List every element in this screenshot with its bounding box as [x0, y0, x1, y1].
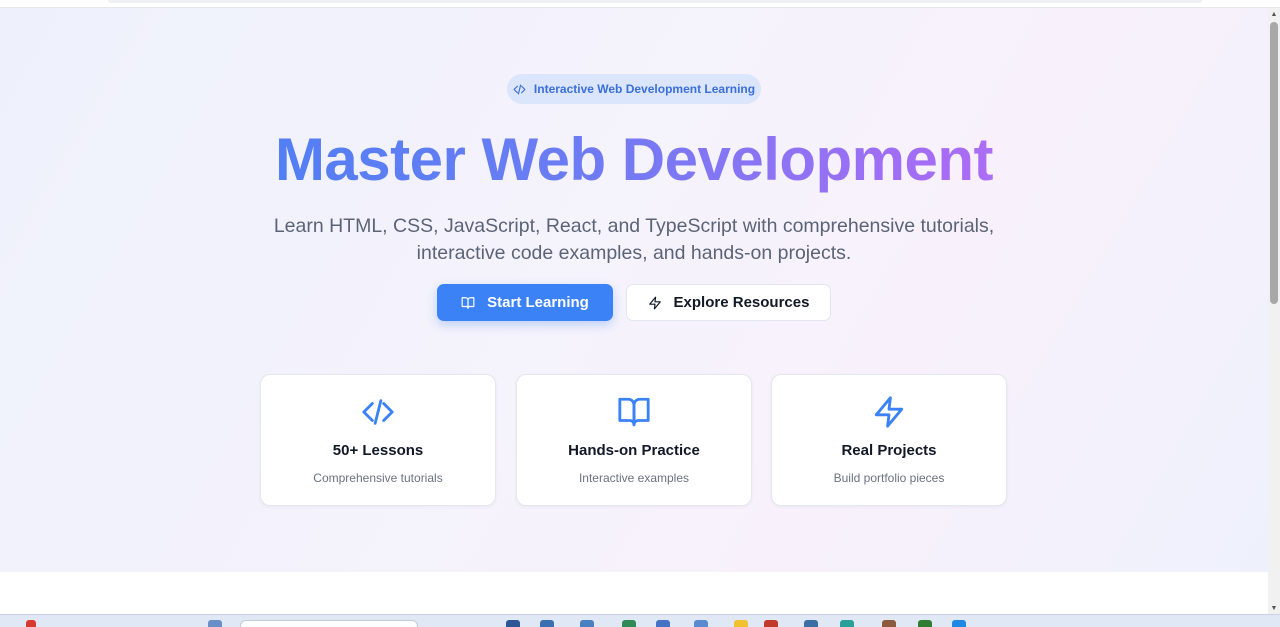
scroll-up-arrow-icon[interactable]: ▲ — [1268, 8, 1280, 20]
taskbar-app-icon[interactable] — [734, 620, 748, 627]
book-open-icon — [461, 296, 475, 309]
explore-resources-button[interactable]: Explore Resources — [626, 284, 831, 321]
taskbar-app-icon[interactable] — [506, 620, 520, 627]
feature-card-description: Build portfolio pieces — [833, 471, 945, 485]
os-taskbar — [0, 614, 1280, 627]
taskbar-search-box[interactable] — [240, 620, 418, 627]
book-open-icon — [618, 397, 650, 427]
feature-card-title: 50+ Lessons — [332, 442, 424, 459]
feature-card-description: Interactive examples — [578, 471, 690, 485]
taskbar-app-icon[interactable] — [208, 620, 222, 627]
scrollbar-thumb[interactable] — [1270, 22, 1278, 304]
zap-icon — [648, 296, 661, 309]
start-learning-button[interactable]: Start Learning — [437, 284, 613, 321]
address-bar-edge — [108, 0, 1202, 3]
feature-card-description: Comprehensive tutorials — [313, 471, 443, 485]
hero-badge: Interactive Web Development Learning — [507, 74, 761, 104]
code-icon — [513, 84, 526, 94]
start-learning-label: Start Learning — [487, 294, 589, 311]
taskbar-app-icon[interactable] — [918, 620, 932, 627]
hero-section: Interactive Web Development Learning Mas… — [0, 8, 1268, 572]
feature-card-lessons: 50+ Lessons Comprehensive tutorials — [260, 374, 496, 506]
taskbar-app-icon[interactable] — [764, 620, 778, 627]
hero-title: Master Web Development — [0, 126, 1268, 194]
taskbar-app-icon[interactable] — [656, 620, 670, 627]
taskbar-app-icon[interactable] — [882, 620, 896, 627]
feature-card-title: Hands-on Practice — [568, 442, 700, 459]
zap-icon — [874, 396, 904, 428]
hero-subtitle: Learn HTML, CSS, JavaScript, React, and … — [273, 215, 995, 264]
feature-card-practice: Hands-on Practice Interactive examples — [516, 374, 752, 506]
code-icon — [362, 399, 394, 425]
taskbar-app-icon[interactable] — [952, 620, 966, 627]
scroll-down-arrow-icon[interactable]: ▼ — [1268, 602, 1280, 614]
hero-badge-label: Interactive Web Development Learning — [533, 82, 756, 96]
taskbar-app-icon[interactable] — [622, 620, 636, 627]
taskbar-app-icon[interactable] — [26, 620, 36, 627]
browser-top-strip — [0, 0, 1280, 8]
taskbar-app-icon[interactable] — [804, 620, 818, 627]
taskbar-app-icon[interactable] — [540, 620, 554, 627]
taskbar-app-icon[interactable] — [840, 620, 854, 627]
feature-card-title: Real Projects — [841, 442, 937, 459]
taskbar-app-icon[interactable] — [694, 620, 708, 627]
taskbar-app-icon[interactable] — [580, 620, 594, 627]
vertical-scrollbar[interactable]: ▲ ▼ — [1268, 8, 1280, 614]
explore-resources-label: Explore Resources — [673, 294, 810, 311]
feature-card-projects: Real Projects Build portfolio pieces — [771, 374, 1007, 506]
